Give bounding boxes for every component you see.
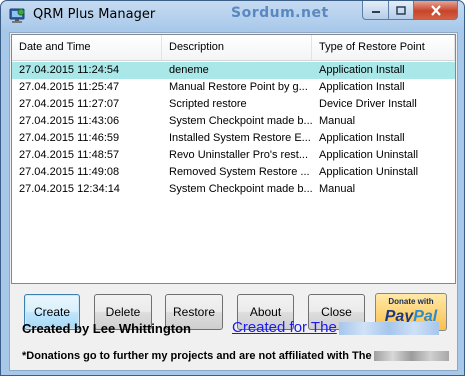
list-item[interactable]: 27.04.2015 11:25:47 Manual Restore Point … — [12, 79, 455, 96]
restore-points-list[interactable]: Date and Time Description Type of Restor… — [11, 34, 456, 284]
cell-type: Application Install — [319, 132, 405, 144]
cell-description: System Checkpoint made b... — [169, 183, 312, 195]
cell-type: Application Install — [319, 81, 405, 93]
cell-type: Application Install — [319, 64, 405, 76]
column-header-description[interactable]: Description — [162, 35, 312, 60]
cell-description: Revo Uninstaller Pro's rest... — [169, 149, 309, 161]
system-restore-monitor-icon — [9, 8, 25, 23]
list-item[interactable]: 27.04.2015 11:49:08 Removed System Restor… — [12, 164, 455, 181]
column-header-type[interactable]: Type of Restore Point — [312, 35, 455, 60]
list-item[interactable]: 27.04.2015 11:46:59 Installed System Rest… — [12, 130, 455, 147]
cell-description: Manual Restore Point by g... — [169, 81, 308, 93]
minimize-button[interactable] — [362, 1, 389, 20]
cell-date: 27.04.2015 11:49:08 — [19, 166, 120, 178]
title-bar[interactable]: QRM Plus Manager Sordum.net — [1, 1, 464, 31]
cell-type: Application Uninstall — [319, 166, 419, 178]
cell-date: 27.04.2015 12:34:14 — [19, 183, 120, 195]
cell-date: 27.04.2015 11:43:06 — [19, 115, 120, 127]
website-link-text[interactable]: Created for The — [232, 319, 337, 336]
maximize-button[interactable] — [389, 1, 414, 20]
app-window: QRM Plus Manager Sordum.net Date and Tim… — [0, 0, 465, 376]
maximize-icon — [396, 5, 406, 15]
website-link[interactable]: Created for The — [232, 319, 439, 336]
minimize-icon — [371, 11, 380, 13]
cell-type: Application Uninstall — [319, 149, 419, 161]
donate-label: Donate with — [388, 297, 434, 306]
window-title: QRM Plus Manager — [33, 7, 156, 22]
list-item[interactable]: 27.04.2015 11:48:57 Revo Uninstaller Pro'… — [12, 147, 455, 164]
cell-description: Installed System Restore E... — [169, 132, 311, 144]
cell-date: 27.04.2015 11:48:57 — [19, 149, 120, 161]
donation-note: *Donations go to further my projects and… — [22, 350, 449, 362]
author-credit: Created by Lee Whittington — [22, 321, 191, 336]
close-window-button[interactable] — [414, 1, 458, 20]
cell-description: deneme — [169, 64, 209, 76]
redacted-note-name — [373, 351, 449, 362]
cell-description: System Checkpoint made b... — [169, 115, 312, 127]
list-item[interactable]: 27.04.2015 11:24:54 deneme Application Ins… — [12, 62, 455, 79]
list-header: Date and Time Description Type of Restor… — [12, 35, 455, 61]
redacted-site-name — [338, 321, 439, 335]
client-area: Date and Time Description Type of Restor… — [9, 32, 458, 371]
cell-date: 27.04.2015 11:25:47 — [19, 81, 120, 93]
cell-type: Manual — [319, 115, 356, 127]
cell-date: 27.04.2015 11:46:59 — [19, 132, 120, 144]
cell-description: Scripted restore — [169, 98, 247, 110]
watermark-text: Sordum.net — [231, 5, 329, 21]
cell-description: Removed System Restore ... — [169, 166, 310, 178]
close-icon — [430, 4, 441, 16]
cell-date: 27.04.2015 11:27:07 — [19, 98, 120, 110]
cell-type: Manual — [319, 183, 356, 195]
cell-date: 27.04.2015 11:24:54 — [19, 64, 120, 76]
list-item[interactable]: 27.04.2015 11:27:07 Scripted restore Devic… — [12, 96, 455, 113]
caption-buttons — [362, 1, 458, 20]
donation-note-text: *Donations go to further my projects and… — [22, 350, 372, 362]
list-item[interactable]: 27.04.2015 11:43:06 System Checkpoint mad… — [12, 113, 455, 130]
list-item[interactable]: 27.04.2015 12:34:14 System Checkpoint mad… — [12, 181, 455, 198]
column-header-date[interactable]: Date and Time — [12, 35, 162, 60]
cell-type: Device Driver Install — [319, 98, 417, 110]
